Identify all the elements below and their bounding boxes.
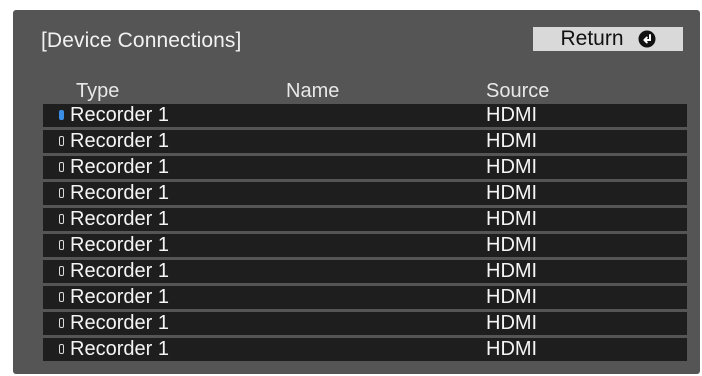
row-type: Recorder 1 [70,234,169,256]
row-source: HDMI [486,156,538,178]
column-header-name: Name [286,80,340,102]
selection-marker-icon [59,240,64,250]
row-type: Recorder 1 [70,260,169,282]
row-source: HDMI [486,312,538,334]
selection-marker-icon [59,188,64,198]
row-source: HDMI [486,208,538,230]
selection-marker-icon [59,110,64,120]
selection-marker-icon [59,162,64,172]
row-type: Recorder 1 [70,286,169,308]
return-button[interactable]: Return [533,27,683,51]
device-list: Recorder 1 HDMI Recorder 1 HDMI Recorder… [43,104,687,364]
row-source: HDMI [486,234,538,256]
table-row[interactable]: Recorder 1 HDMI [43,208,687,231]
row-type: Recorder 1 [70,338,169,360]
table-row[interactable]: Recorder 1 HDMI [43,156,687,179]
dialog-title: [Device Connections] [41,29,242,52]
row-source: HDMI [486,130,538,152]
table-row[interactable]: Recorder 1 HDMI [43,104,687,127]
selection-marker-icon [59,136,64,146]
table-row[interactable]: Recorder 1 HDMI [43,234,687,257]
table-row[interactable]: Recorder 1 HDMI [43,130,687,153]
column-header-source: Source [486,80,550,102]
table-row[interactable]: Recorder 1 HDMI [43,182,687,205]
table-header: Type Name Source [43,80,687,102]
row-source: HDMI [486,104,538,126]
row-type: Recorder 1 [70,182,169,204]
row-source: HDMI [486,286,538,308]
row-type: Recorder 1 [70,104,169,126]
row-type: Recorder 1 [70,312,169,334]
row-source: HDMI [486,260,538,282]
selection-marker-icon [59,266,64,276]
table-row[interactable]: Recorder 1 HDMI [43,260,687,283]
table-row[interactable]: Recorder 1 HDMI [43,338,687,361]
row-source: HDMI [486,338,538,360]
selection-marker-icon [59,292,64,302]
row-source: HDMI [486,182,538,204]
enter-return-icon [638,30,656,48]
selection-marker-icon [59,344,64,354]
device-connections-dialog: [Device Connections] Return Type Name So… [13,10,700,374]
table-row[interactable]: Recorder 1 HDMI [43,312,687,335]
table-row[interactable]: Recorder 1 HDMI [43,286,687,309]
return-button-label: Return [560,27,624,50]
row-type: Recorder 1 [70,156,169,178]
selection-marker-icon [59,214,64,224]
row-type: Recorder 1 [70,208,169,230]
row-type: Recorder 1 [70,130,169,152]
selection-marker-icon [59,318,64,328]
column-header-type: Type [76,80,120,102]
